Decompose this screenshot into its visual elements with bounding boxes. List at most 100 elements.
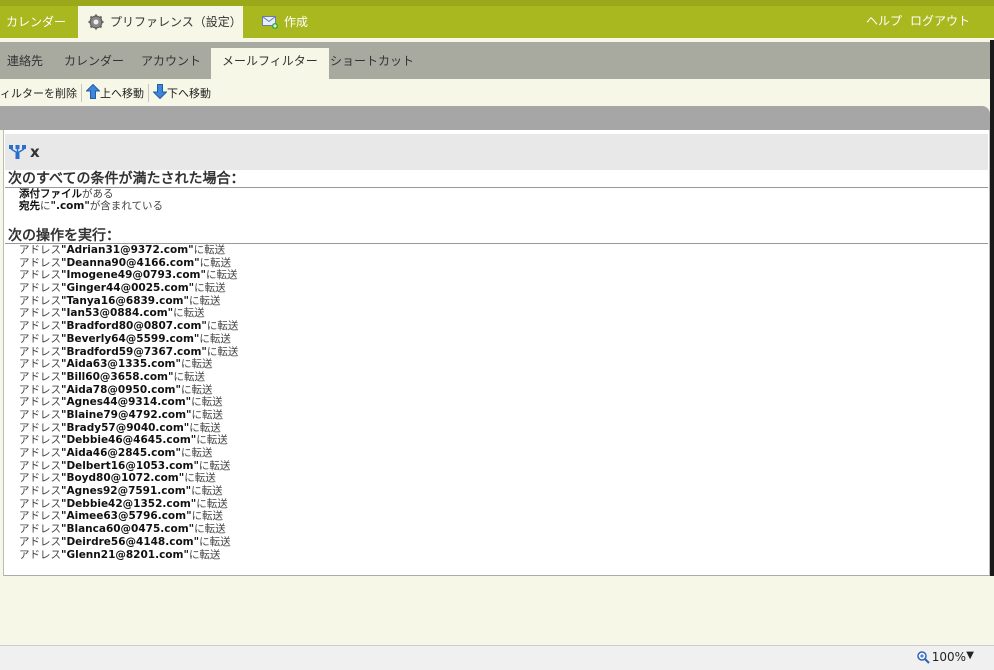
action-prefix: アドレス bbox=[19, 307, 61, 320]
chevron-down-icon[interactable]: ▼ bbox=[966, 650, 974, 661]
actions-title: 次の操作を実行： bbox=[8, 228, 120, 244]
action-suffix: に転送 bbox=[194, 523, 226, 536]
delete-filter-button[interactable]: ィルターを削除 bbox=[0, 83, 81, 103]
action-prefix: アドレス bbox=[19, 294, 61, 307]
forward-address: "Bradford80@0807.com" bbox=[61, 320, 207, 333]
subtab-accounts[interactable]: アカウント bbox=[141, 48, 201, 79]
action-suffix: に転送 bbox=[191, 396, 223, 409]
action-suffix: に転送 bbox=[206, 320, 239, 333]
compose-mail-icon bbox=[262, 15, 278, 29]
action-row: アドレス"Blaine79@4792.com"に転送 bbox=[19, 409, 238, 422]
action-prefix: アドレス bbox=[19, 447, 61, 459]
subtab-calendar[interactable]: カレンダー bbox=[64, 48, 124, 79]
subtab-contacts[interactable]: 連絡先 bbox=[7, 48, 43, 79]
subtab-shortcuts[interactable]: ショートカット bbox=[330, 48, 414, 79]
action-prefix: アドレス bbox=[19, 472, 61, 485]
zoom-level: 100% bbox=[931, 650, 966, 664]
action-suffix: に転送 bbox=[173, 370, 205, 383]
forward-address: "Aida78@0950.com" bbox=[61, 383, 181, 396]
move-down-label: 下へ移動 bbox=[167, 86, 211, 100]
tab-preferences-label: プリファレンス（設定） bbox=[110, 15, 242, 29]
action-suffix: に転送 bbox=[194, 282, 226, 295]
condition-field: 宛先 bbox=[19, 200, 40, 212]
action-suffix: に転送 bbox=[188, 548, 221, 561]
forward-address: "Aimee63@5796.com" bbox=[61, 510, 192, 523]
filter-header: x bbox=[5, 134, 988, 170]
forward-address: "Deirdre56@4148.com" bbox=[61, 535, 200, 548]
tab-compose-label: 作成 bbox=[284, 15, 309, 29]
tab-calendar[interactable]: カレンダー bbox=[6, 6, 66, 38]
delete-filter-label: ィルターを削除 bbox=[0, 86, 77, 100]
condition-value: ".com" bbox=[50, 200, 90, 212]
action-row: アドレス"Brady57@9040.com"に転送 bbox=[19, 422, 238, 435]
action-row: アドレス"Deirdre56@4148.com"に転送 bbox=[19, 536, 238, 549]
action-row: アドレス"Glenn21@8201.com"に転送 bbox=[19, 549, 238, 562]
action-prefix: アドレス bbox=[19, 523, 61, 536]
action-row: アドレス"Adrian31@9372.com"に転送 bbox=[19, 244, 238, 257]
zoom-control[interactable]: 100% bbox=[916, 650, 966, 664]
condition-field: 添付ファイル bbox=[19, 188, 82, 200]
move-up-label: 上へ移動 bbox=[100, 86, 144, 100]
action-row: アドレス"Agnes92@7591.com"に転送 bbox=[19, 485, 238, 498]
tab-compose[interactable]: 作成 bbox=[262, 6, 308, 38]
action-suffix: に転送 bbox=[199, 535, 231, 548]
action-row: アドレス"Delbert16@1053.com"に転送 bbox=[19, 460, 238, 473]
tab-calendar-label: カレンダー bbox=[6, 15, 67, 29]
filter-toolbar: ィルターを削除 上へ移動 下へ移動 bbox=[0, 79, 994, 106]
subtab-mail-filters[interactable]: メールフィルター bbox=[211, 48, 329, 79]
condition-to: 宛先に".com"が含まれている bbox=[19, 200, 163, 212]
action-row: アドレス"Deanna90@4166.com"に転送 bbox=[19, 257, 238, 270]
forward-address: "Delbert16@1053.com" bbox=[61, 459, 199, 472]
forward-address: "Blanca60@0475.com" bbox=[61, 523, 195, 536]
forward-address: "Aida63@1335.com" bbox=[61, 358, 181, 371]
action-suffix: に転送 bbox=[184, 472, 216, 485]
tab-preferences[interactable]: プリファレンス（設定） bbox=[78, 6, 243, 38]
help-link[interactable]: ヘルプ bbox=[866, 14, 902, 28]
condition-attachment: 添付ファイルがある bbox=[19, 188, 114, 200]
action-prefix: アドレス bbox=[19, 345, 61, 358]
header-links: ヘルプ ログアウト bbox=[858, 6, 970, 38]
top-nav-bar: カレンダー プリファレンス（設定） 作成 ヘルプ ログアウト bbox=[0, 0, 994, 38]
action-row: アドレス"Aimee63@5796.com"に転送 bbox=[19, 510, 238, 523]
action-row: アドレス"Bradford59@7367.com"に転送 bbox=[19, 346, 238, 359]
action-row: アドレス"Bill60@3658.com"に転送 bbox=[19, 371, 238, 384]
forward-address: "Blaine79@4792.com" bbox=[61, 408, 192, 421]
move-up-button[interactable]: 上へ移動 bbox=[82, 83, 148, 103]
action-prefix: アドレス bbox=[19, 510, 61, 523]
action-prefix: アドレス bbox=[19, 459, 61, 472]
forward-address: "Agnes44@9314.com" bbox=[61, 396, 192, 409]
forward-address: "Deanna90@4166.com" bbox=[61, 256, 200, 269]
action-suffix: に転送 bbox=[206, 345, 239, 358]
action-row: アドレス"Agnes44@9314.com"に転送 bbox=[19, 396, 238, 409]
action-suffix: に転送 bbox=[196, 497, 228, 510]
forward-address: "Beverly64@5599.com" bbox=[61, 332, 200, 345]
action-prefix: アドレス bbox=[19, 421, 61, 434]
action-suffix: に転送 bbox=[199, 332, 231, 345]
zoom-icon bbox=[916, 650, 930, 664]
conditions-divider bbox=[5, 187, 988, 188]
action-suffix: に転送 bbox=[196, 434, 228, 447]
condition-op: が含まれている bbox=[89, 200, 163, 212]
panel-header-band bbox=[0, 106, 990, 130]
action-prefix: アドレス bbox=[19, 497, 61, 510]
action-suffix: に転送 bbox=[191, 408, 224, 421]
action-prefix: アドレス bbox=[19, 282, 61, 295]
action-row: アドレス"Ian53@0884.com"に転送 bbox=[19, 307, 238, 320]
action-row: アドレス"Debbie46@4645.com"に転送 bbox=[19, 434, 238, 447]
action-prefix: アドレス bbox=[19, 358, 61, 371]
forward-address: "Ginger44@0025.com" bbox=[61, 282, 195, 295]
forward-address: "Brady57@9040.com" bbox=[61, 421, 190, 434]
action-row: アドレス"Tanya16@6839.com"に転送 bbox=[19, 295, 238, 308]
action-prefix: アドレス bbox=[19, 396, 61, 409]
filter-icon bbox=[9, 144, 26, 160]
action-row: アドレス"Imogene49@0793.com"に転送 bbox=[19, 269, 238, 282]
logout-link[interactable]: ログアウト bbox=[910, 14, 970, 28]
actions-list: アドレス"Adrian31@9372.com"に転送 アドレス"Deanna90@… bbox=[19, 244, 238, 561]
action-row: アドレス"Blanca60@0475.com"に転送 bbox=[19, 523, 238, 536]
action-prefix: アドレス bbox=[19, 370, 61, 383]
window-edge bbox=[990, 40, 994, 576]
move-down-button[interactable]: 下へ移動 bbox=[149, 83, 215, 103]
forward-address: "Bradford59@7367.com" bbox=[61, 345, 207, 358]
gear-icon bbox=[88, 14, 104, 30]
forward-address: "Agnes92@7591.com" bbox=[61, 485, 192, 498]
